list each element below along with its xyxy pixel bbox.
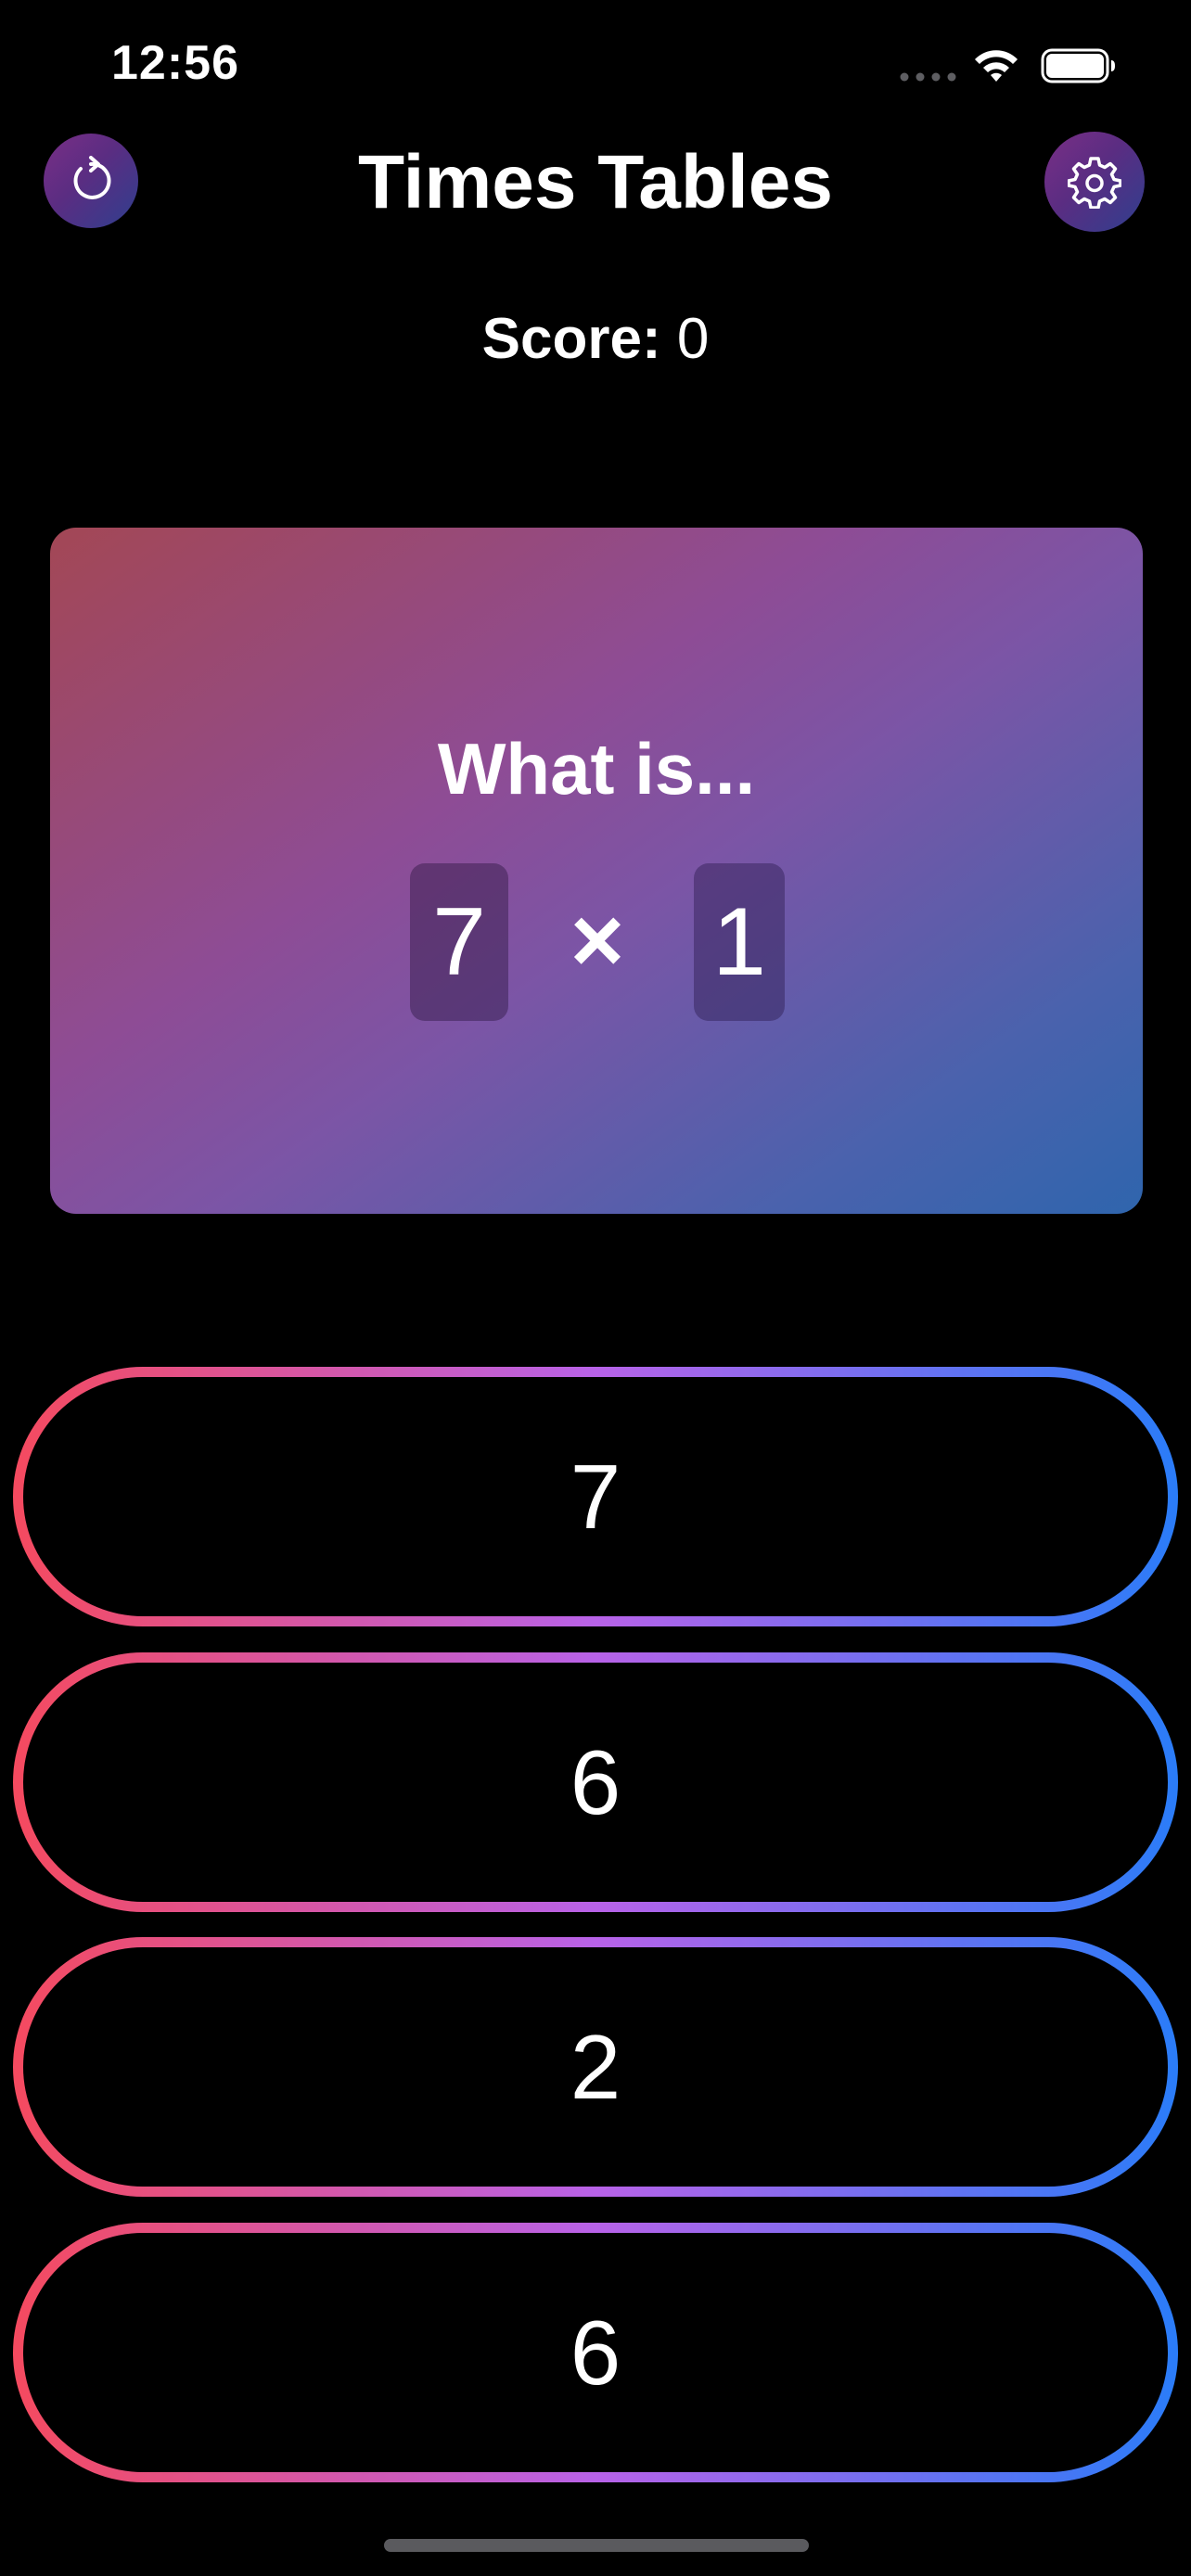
question-card: What is... 7 × 1: [50, 528, 1143, 1214]
operand-b: 1: [694, 863, 785, 1021]
cellular-signal-icon: [900, 72, 956, 82]
status-time: 12:56: [111, 36, 239, 90]
score-display: Score: 0: [0, 306, 1191, 372]
wifi-icon: [975, 50, 1018, 82]
answer-label: 7: [23, 1377, 1168, 1616]
answer-label: 6: [23, 1663, 1168, 1902]
battery-icon: [1041, 48, 1115, 83]
score-value: 0: [676, 307, 710, 371]
question-prompt: What is...: [437, 728, 756, 810]
settings-button[interactable]: [1044, 132, 1145, 232]
answer-label: 6: [23, 2233, 1168, 2472]
home-indicator[interactable]: [384, 2539, 809, 2552]
answer-button-3[interactable]: 2: [13, 1937, 1178, 2197]
score-label: Score:: [481, 307, 661, 371]
answer-button-4[interactable]: 6: [13, 2223, 1178, 2482]
multiply-operator: ×: [570, 887, 625, 992]
gear-icon: [1068, 157, 1121, 209]
operand-a: 7: [410, 863, 508, 1021]
answer-button-1[interactable]: 7: [13, 1367, 1178, 1626]
answer-label: 2: [23, 1947, 1168, 2187]
answer-button-2[interactable]: 6: [13, 1652, 1178, 1912]
page-title: Times Tables: [358, 140, 833, 224]
